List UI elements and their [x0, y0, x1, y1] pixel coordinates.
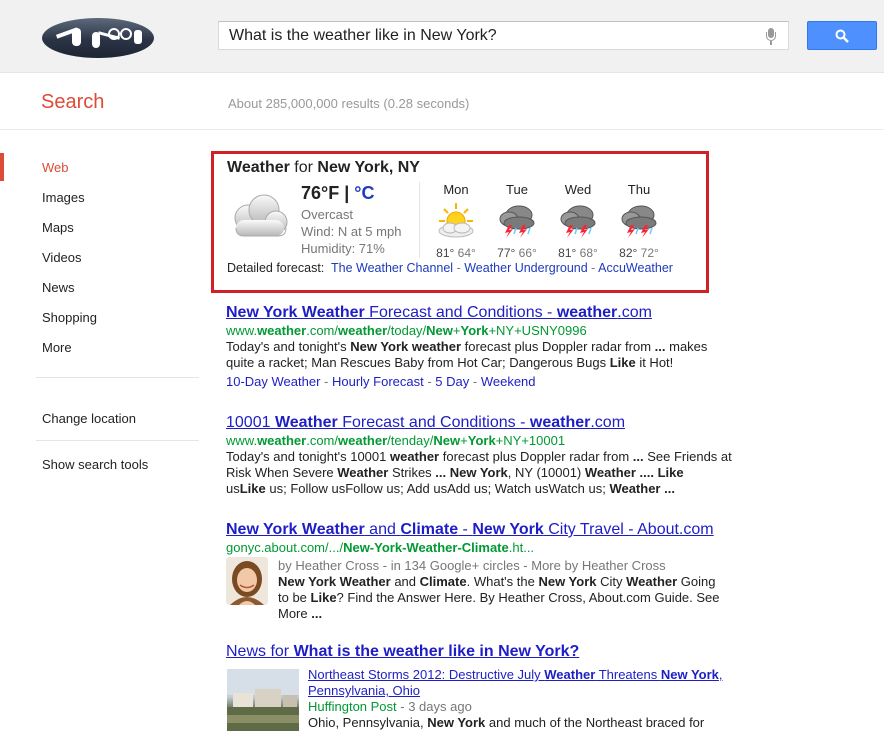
- news-thumbnail[interactable]: [227, 669, 299, 731]
- news-article-link[interactable]: Northeast Storms 2012: Destructive July …: [308, 667, 738, 699]
- result-url: www.weather.com/weather/today/New+York+N…: [226, 323, 587, 338]
- result-stats: About 285,000,000 results (0.28 seconds): [228, 96, 470, 111]
- result-url: www.weather.com/weather/tenday/New+York+…: [226, 433, 566, 448]
- nav-item-shopping[interactable]: Shopping: [42, 310, 97, 325]
- search-input[interactable]: [219, 22, 739, 49]
- result-snippet: Today's and tonight's 10001 weather fore…: [226, 449, 732, 496]
- result-title-link[interactable]: 10001 Weather Forecast and Conditions - …: [226, 414, 746, 432]
- author-avatar[interactable]: [226, 557, 268, 605]
- current-temperature: 76°F | °C: [301, 183, 375, 203]
- weather-channel-link[interactable]: The Weather Channel: [331, 261, 453, 275]
- weather-condition: Overcast: [301, 207, 354, 222]
- top-bar: [0, 0, 884, 73]
- search-result: New York Weather and Climate - New York …: [226, 521, 746, 621]
- forecast-day: Mon 81° 64°: [436, 182, 476, 260]
- cloud-icon: [234, 194, 288, 237]
- result-title-link[interactable]: New York Weather and Climate - New York …: [226, 521, 746, 539]
- result-snippet: New York Weather and Climate. What's the…: [278, 574, 720, 621]
- news-source: Huffington Post: [308, 699, 397, 714]
- detailed-forecast-label: Detailed forecast:: [227, 261, 325, 275]
- results-bar: Search About 285,000,000 results (0.28 s…: [0, 74, 884, 130]
- search-result: 10001 Weather Forecast and Conditions - …: [226, 414, 746, 497]
- result-snippet: Today's and tonight's New York weather f…: [226, 339, 708, 370]
- accuweather-link[interactable]: AccuWeather: [598, 261, 673, 275]
- microphone-icon[interactable]: [766, 28, 776, 45]
- nav-item-news[interactable]: News: [42, 280, 75, 295]
- detailed-forecast: Detailed forecast: The Weather Channel -…: [227, 261, 673, 275]
- sitelink[interactable]: 5 Day: [435, 374, 469, 389]
- change-location-link[interactable]: Change location: [42, 411, 136, 426]
- sitelink[interactable]: Weekend: [481, 374, 536, 389]
- weather-underground-link[interactable]: Weather Underground: [464, 261, 587, 275]
- forecast-day: Wed 81° 68°: [558, 182, 598, 260]
- nav-item-web[interactable]: Web: [42, 160, 69, 175]
- result-author: by Heather Cross - in 134 Google+ circle…: [278, 558, 666, 573]
- weather-divider: [419, 182, 420, 258]
- nav-item-more[interactable]: More: [42, 340, 72, 355]
- thunderstorm-icon: [621, 205, 657, 238]
- weather-humidity: Humidity: 71%: [301, 241, 385, 256]
- sitelink[interactable]: 10-Day Weather: [226, 374, 320, 389]
- thunderstorm-icon: [560, 205, 596, 238]
- nav-item-maps[interactable]: Maps: [42, 220, 74, 235]
- thunderstorm-icon: [499, 205, 535, 238]
- weather-card: Weather for New York, NY 76°F | °C Overc…: [211, 151, 709, 293]
- active-nav-indicator: [0, 153, 4, 181]
- search-icon: [835, 29, 849, 43]
- news-heading-link[interactable]: News for What is the weather like in New…: [226, 643, 579, 661]
- weather-wind: Wind: N at 5 mph: [301, 224, 402, 239]
- sitelink[interactable]: Hourly Forecast: [332, 374, 424, 389]
- result-title-link[interactable]: New York Weather Forecast and Conditions…: [226, 304, 746, 322]
- news-meta: Huffington Post - 3 days ago: [308, 699, 472, 714]
- news-snippet: Ohio, Pennsylvania, New York and much of…: [308, 715, 705, 730]
- search-title: Search: [41, 91, 105, 113]
- celsius-toggle[interactable]: °C: [354, 183, 374, 203]
- nav-item-images[interactable]: Images: [42, 190, 85, 205]
- weather-title: Weather for New York, NY: [227, 159, 420, 176]
- google-doodle-logo[interactable]: [42, 18, 154, 58]
- show-search-tools-link[interactable]: Show search tools: [42, 457, 148, 472]
- search-result: New York Weather Forecast and Conditions…: [226, 304, 746, 389]
- nav-divider: [36, 377, 199, 378]
- nav-divider: [36, 440, 199, 441]
- partly-sunny-icon: [438, 203, 474, 238]
- forecast-day: Thu 82° 72°: [619, 182, 659, 260]
- search-button[interactable]: [807, 21, 877, 50]
- forecast-day: Tue 77° 66°: [497, 182, 537, 260]
- result-sitelinks: 10-Day Weather - Hourly Forecast - 5 Day…: [226, 374, 536, 389]
- news-time: - 3 days ago: [396, 699, 472, 714]
- result-url: gonyc.about.com/.../New-York-Weather-Cli…: [226, 540, 535, 555]
- nav-item-videos[interactable]: Videos: [42, 250, 82, 265]
- search-box[interactable]: [218, 21, 789, 50]
